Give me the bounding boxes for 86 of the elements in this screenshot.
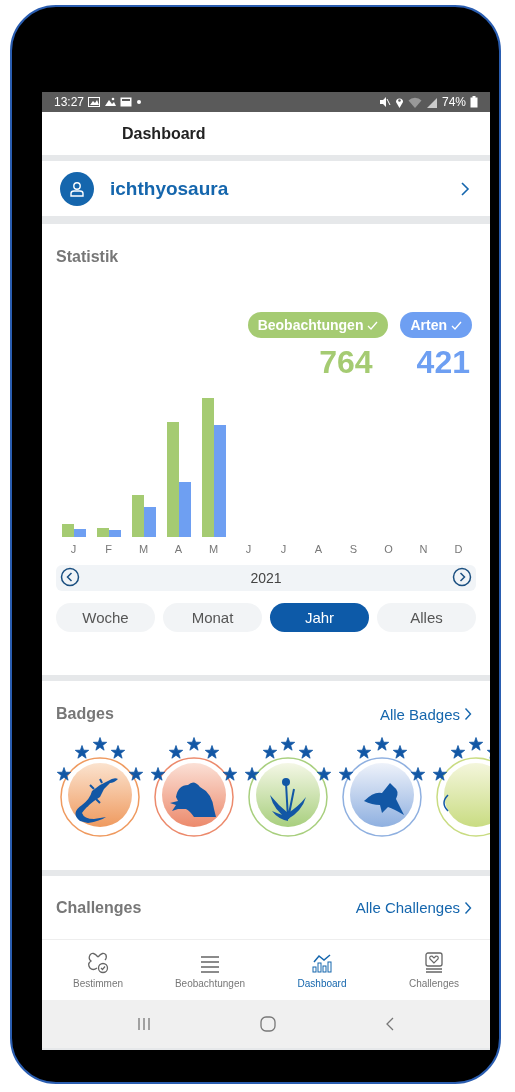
- lizard-icon: [75, 778, 118, 823]
- all-challenges-link[interactable]: Alle Challenges: [355, 899, 472, 916]
- landscape-icon: [104, 97, 117, 107]
- section-title: Challenges: [56, 898, 142, 917]
- year-label: 2021: [250, 570, 282, 586]
- star-icon: [469, 737, 483, 751]
- nav-tab[interactable]: Beobachtungen: [154, 940, 266, 1000]
- person-icon: [69, 180, 85, 197]
- username: ichthyosaura: [110, 177, 230, 200]
- star-icon: [433, 767, 447, 781]
- butterfly-icon: [87, 951, 109, 974]
- check-icon: [451, 320, 462, 330]
- bar: [97, 528, 109, 537]
- star-icon: [339, 767, 353, 781]
- month-label: A: [173, 543, 184, 555]
- star-icon: [375, 737, 389, 751]
- plant-icon: [270, 778, 306, 821]
- month-label: A: [313, 543, 324, 555]
- period-tab[interactable]: Alles: [377, 603, 476, 632]
- status-time: 13:27: [54, 95, 85, 109]
- period-tab[interactable]: Monat: [163, 603, 262, 632]
- screen-title: Dashboard: [122, 124, 206, 143]
- month-label: M: [207, 543, 220, 555]
- all-badges-link[interactable]: Alle Badges: [379, 705, 472, 723]
- star-icon: [263, 745, 277, 759]
- star-icon: [451, 745, 465, 759]
- section-title: Statistik: [56, 248, 120, 266]
- notification-dot-icon: [136, 99, 143, 105]
- profile-row[interactable]: ichthyosaura: [42, 161, 490, 216]
- badge[interactable]: [248, 757, 328, 837]
- home-icon[interactable]: [260, 1016, 276, 1032]
- mute-icon: [378, 96, 391, 108]
- bar: [144, 507, 156, 537]
- star-icon: [57, 767, 71, 781]
- count-value: 421: [416, 344, 470, 381]
- star-icon: [129, 767, 143, 781]
- star-icon: [393, 745, 407, 759]
- section-title: Badges: [56, 705, 114, 723]
- month-label: J: [279, 543, 288, 555]
- star-icon: [357, 745, 371, 759]
- month-label: J: [69, 543, 78, 555]
- heart-screen-icon: [423, 951, 445, 974]
- period-tab[interactable]: Jahr: [270, 603, 369, 632]
- star-icon: [245, 767, 259, 781]
- chevron-left-icon[interactable]: [60, 566, 80, 587]
- star-icon: [111, 745, 125, 759]
- battery-level: 74%: [441, 95, 466, 109]
- month-label: N: [418, 543, 429, 555]
- chevron-right-icon: [464, 900, 472, 915]
- partial-badge-icon: [443, 794, 449, 812]
- star-icon: [317, 767, 331, 781]
- count-value: 764: [319, 344, 373, 381]
- star-icon: [411, 767, 425, 781]
- month-label: F: [104, 543, 113, 555]
- star-icon: [187, 737, 201, 751]
- image-icon: [120, 97, 133, 107]
- bar: [132, 495, 144, 537]
- chevron-right-icon: [464, 707, 472, 721]
- back-icon[interactable]: [385, 1017, 396, 1031]
- star-icon: [151, 767, 165, 781]
- star-icon: [169, 745, 183, 759]
- star-icon: [93, 737, 107, 751]
- chevron-right-icon[interactable]: [452, 566, 472, 587]
- month-label: J: [244, 543, 253, 555]
- star-icon: [205, 745, 219, 759]
- star-icon: [299, 745, 313, 759]
- nav-tab[interactable]: Dashboard: [266, 940, 378, 1000]
- chevron-right-icon[interactable]: [460, 180, 470, 197]
- check-icon: [367, 320, 379, 330]
- month-label: D: [453, 543, 464, 555]
- star-icon: [75, 745, 89, 759]
- star-icon: [223, 767, 237, 781]
- battery-icon: [470, 96, 478, 108]
- wifi-icon: [407, 96, 422, 108]
- month-label: S: [348, 543, 359, 555]
- month-label: M: [137, 543, 150, 555]
- location-icon: [394, 96, 404, 108]
- chart-icon: [311, 951, 333, 974]
- star-icon: [281, 737, 295, 751]
- nav-tab[interactable]: Challenges: [378, 940, 490, 1000]
- image-icon: [88, 97, 101, 107]
- month-label: O: [383, 543, 394, 555]
- signal-icon: [425, 96, 438, 108]
- badge[interactable]: [436, 757, 490, 837]
- nav-tab[interactable]: Bestimmen: [42, 940, 154, 1000]
- period-tab[interactable]: Woche: [56, 603, 155, 632]
